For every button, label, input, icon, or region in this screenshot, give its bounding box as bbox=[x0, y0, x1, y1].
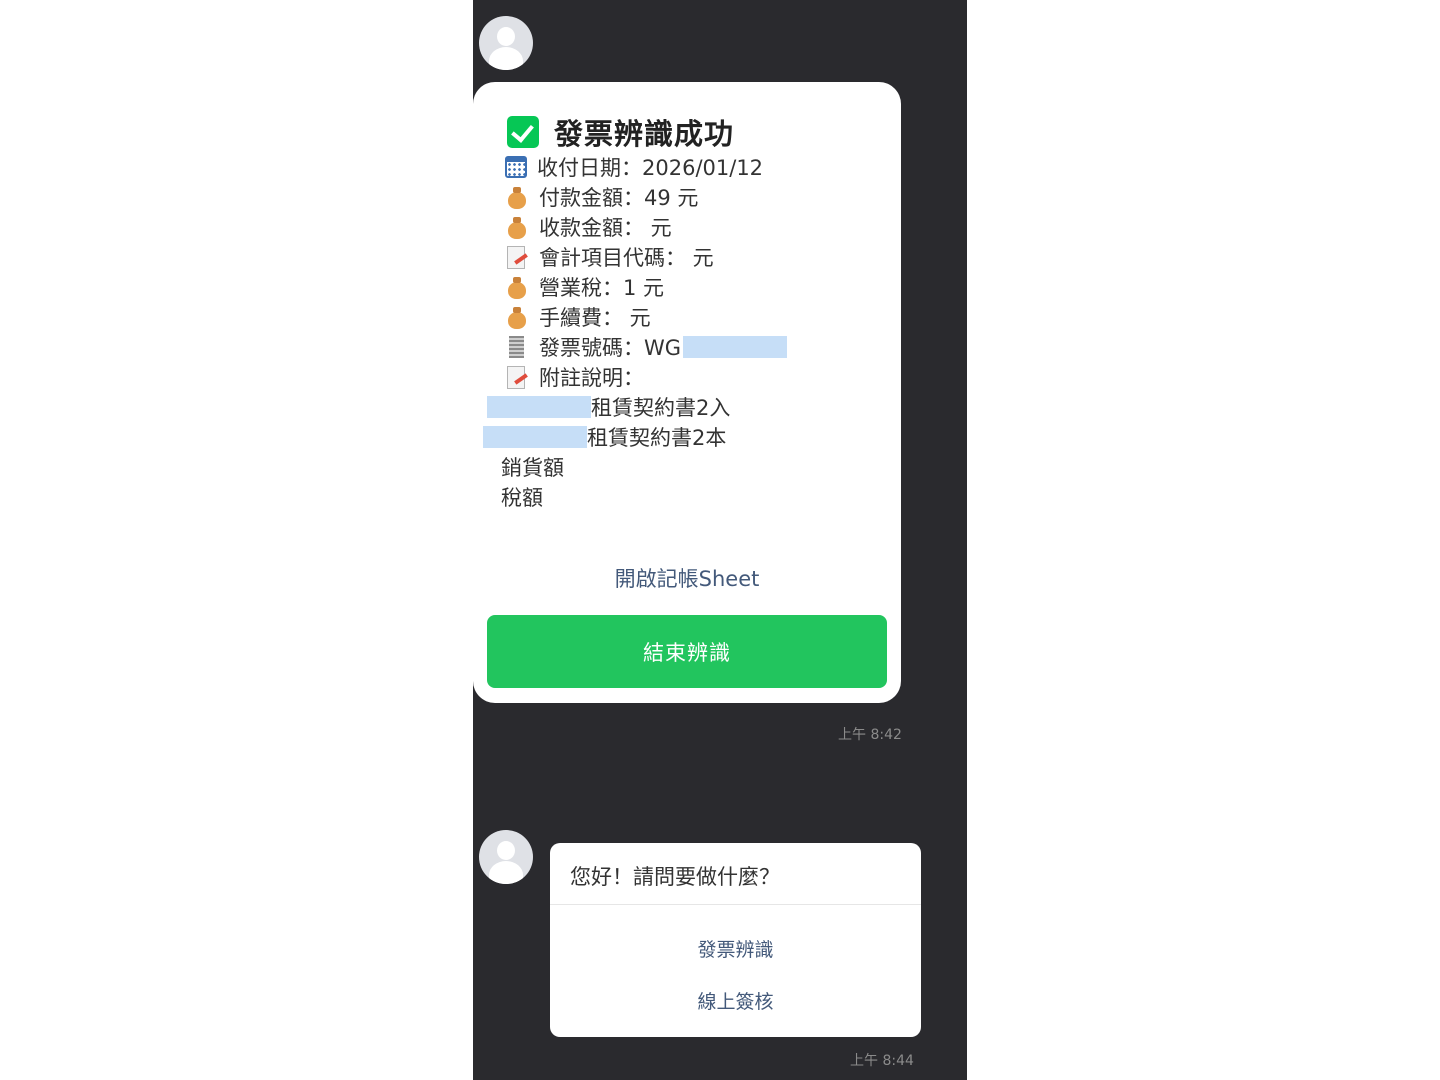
field-account-code: 會計項目代碼： 元 bbox=[505, 242, 714, 272]
field-invoice-number: 發票號碼：WG bbox=[505, 332, 788, 362]
chat-screen: 發票辨識成功 收付日期：2026/01/12 付款金額：49 元 收款金額： 元… bbox=[473, 0, 967, 1080]
field-business-tax: 營業稅：1 元 bbox=[505, 272, 664, 302]
check-icon bbox=[507, 116, 539, 148]
message-time: 上午 8:42 bbox=[838, 727, 902, 743]
redacted-block bbox=[683, 336, 788, 358]
online-approval-action[interactable]: 線上簽核 bbox=[550, 987, 921, 1014]
field-text: 付款金額：49 元 bbox=[539, 186, 699, 210]
field-text: 附註說明： bbox=[539, 366, 644, 390]
field-text: 收付日期：2026/01/12 bbox=[537, 156, 764, 180]
open-ledger-sheet-link[interactable]: 開啟記帳Sheet bbox=[473, 563, 901, 593]
card-title-row: 發票辨識成功 bbox=[507, 114, 735, 151]
avatar-head-shape bbox=[497, 841, 515, 860]
note-line: 租賃契約書2入 bbox=[487, 392, 730, 422]
field-text: 收款金額： 元 bbox=[539, 216, 672, 240]
money-bag-icon bbox=[505, 275, 529, 299]
avatar-body-shape bbox=[489, 47, 523, 70]
greeting-text: 您好！請問要做什麼？ bbox=[570, 865, 780, 889]
money-bag-icon bbox=[505, 215, 529, 239]
card-divider bbox=[550, 904, 921, 905]
avatar-body-shape bbox=[489, 861, 523, 884]
note-text: 銷貨額 bbox=[501, 456, 564, 480]
bot-avatar[interactable] bbox=[479, 16, 533, 70]
money-bag-icon bbox=[505, 305, 529, 329]
memo-icon bbox=[505, 365, 529, 389]
money-bag-icon bbox=[505, 185, 529, 209]
bot-avatar[interactable] bbox=[479, 830, 533, 884]
message-time: 上午 8:44 bbox=[850, 1053, 914, 1069]
menu-card: 您好！請問要做什麼？ 發票辨識 線上簽核 bbox=[550, 843, 921, 1037]
field-receipt-amount: 收款金額： 元 bbox=[505, 212, 672, 242]
note-line: 稅額 bbox=[501, 482, 543, 512]
field-fee: 手續費： 元 bbox=[505, 302, 651, 332]
note-line: 銷貨額 bbox=[501, 452, 564, 482]
calendar-icon bbox=[505, 156, 527, 178]
field-text: 會計項目代碼： 元 bbox=[539, 246, 714, 270]
receipt-icon bbox=[505, 335, 529, 359]
avatar-head-shape bbox=[497, 27, 515, 46]
field-remarks: 附註說明： bbox=[505, 362, 644, 392]
note-text: 租賃契約書2入 bbox=[591, 396, 731, 420]
redacted-block bbox=[487, 396, 591, 418]
card-title: 發票辨識成功 bbox=[554, 117, 735, 151]
field-text: 營業稅：1 元 bbox=[539, 276, 665, 300]
redacted-block bbox=[483, 426, 587, 448]
note-line: 租賃契約書2本 bbox=[483, 422, 726, 452]
note-text: 稅額 bbox=[501, 486, 543, 510]
field-text: 發票號碼：WG bbox=[539, 336, 682, 360]
note-text: 租賃契約書2本 bbox=[587, 426, 727, 450]
field-payment-date: 收付日期：2026/01/12 bbox=[505, 152, 763, 182]
invoice-recognition-action[interactable]: 發票辨識 bbox=[550, 935, 921, 962]
field-payment-amount: 付款金額：49 元 bbox=[505, 182, 698, 212]
end-recognition-button[interactable]: 結束辨識 bbox=[487, 615, 887, 688]
memo-icon bbox=[505, 245, 529, 269]
field-text: 手續費： 元 bbox=[539, 306, 651, 330]
